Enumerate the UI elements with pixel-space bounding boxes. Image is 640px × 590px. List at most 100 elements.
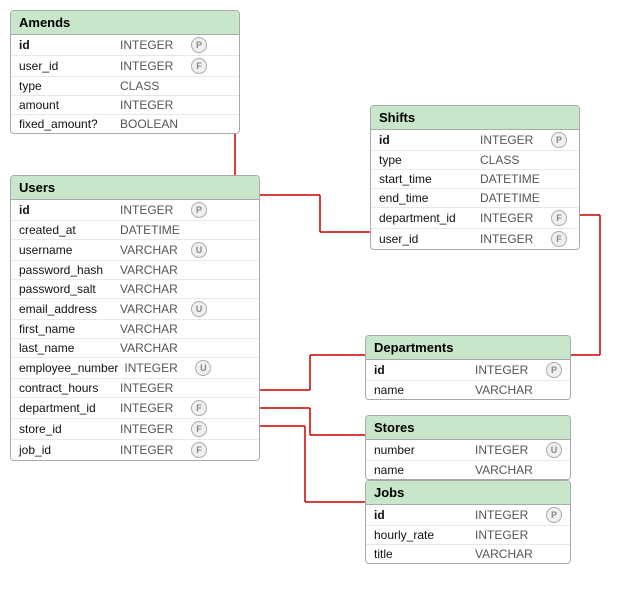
badge-f: F bbox=[191, 58, 207, 74]
col-name: job_id bbox=[19, 443, 114, 457]
table-row: start_time DATETIME bbox=[371, 170, 579, 189]
table-row: store_id INTEGER F bbox=[11, 419, 259, 440]
diagram-container: Amends id INTEGER P user_id INTEGER F ty… bbox=[0, 0, 640, 590]
badge-p: P bbox=[191, 37, 207, 53]
col-name: created_at bbox=[19, 223, 114, 237]
badge-p: P bbox=[551, 132, 567, 148]
badge-p: P bbox=[191, 202, 207, 218]
col-type: CLASS bbox=[120, 79, 185, 93]
table-row: email_address VARCHAR U bbox=[11, 299, 259, 320]
table-row: fixed_amount? BOOLEAN bbox=[11, 115, 239, 133]
table-row: id INTEGER P bbox=[371, 130, 579, 151]
col-name: name bbox=[374, 383, 469, 397]
badge-p: P bbox=[546, 507, 562, 523]
col-type: INTEGER bbox=[120, 59, 185, 73]
badge-p: P bbox=[546, 362, 562, 378]
table-row: number INTEGER U bbox=[366, 440, 570, 461]
jobs-header: Jobs bbox=[366, 481, 570, 505]
col-name: id bbox=[374, 508, 469, 522]
table-jobs: Jobs id INTEGER P hourly_rate INTEGER ti… bbox=[365, 480, 571, 564]
col-name: email_address bbox=[19, 302, 114, 316]
col-type: DATETIME bbox=[480, 172, 545, 186]
col-name: user_id bbox=[19, 59, 114, 73]
col-type: DATETIME bbox=[120, 223, 185, 237]
col-name: id bbox=[379, 133, 474, 147]
col-type: INTEGER bbox=[120, 203, 185, 217]
table-stores: Stores number INTEGER U name VARCHAR bbox=[365, 415, 571, 480]
col-type: VARCHAR bbox=[120, 243, 185, 257]
table-row: type CLASS bbox=[11, 77, 239, 96]
table-row: department_id INTEGER F bbox=[11, 398, 259, 419]
col-type: VARCHAR bbox=[475, 547, 540, 561]
col-name: start_time bbox=[379, 172, 474, 186]
table-row: id INTEGER P bbox=[11, 200, 259, 221]
table-row: contract_hours INTEGER bbox=[11, 379, 259, 398]
col-name: username bbox=[19, 243, 114, 257]
col-name: store_id bbox=[19, 422, 114, 436]
col-name: employee_number bbox=[19, 361, 118, 375]
col-name: password_hash bbox=[19, 263, 114, 277]
col-name: contract_hours bbox=[19, 381, 114, 395]
table-row: name VARCHAR bbox=[366, 461, 570, 479]
stores-header: Stores bbox=[366, 416, 570, 440]
col-name: user_id bbox=[379, 232, 474, 246]
col-name: id bbox=[19, 203, 114, 217]
col-type: INTEGER bbox=[475, 443, 540, 457]
col-name: title bbox=[374, 547, 469, 561]
col-name: number bbox=[374, 443, 469, 457]
users-header: Users bbox=[11, 176, 259, 200]
col-type: VARCHAR bbox=[475, 383, 540, 397]
col-type: BOOLEAN bbox=[120, 117, 185, 131]
table-row: hourly_rate INTEGER bbox=[366, 526, 570, 545]
shifts-header: Shifts bbox=[371, 106, 579, 130]
col-name: name bbox=[374, 463, 469, 477]
table-row: created_at DATETIME bbox=[11, 221, 259, 240]
badge-f: F bbox=[551, 210, 567, 226]
badge-u: U bbox=[546, 442, 562, 458]
col-type: VARCHAR bbox=[120, 263, 185, 277]
col-type: INTEGER bbox=[120, 98, 185, 112]
col-name: id bbox=[19, 38, 114, 52]
amends-header: Amends bbox=[11, 11, 239, 35]
table-amends: Amends id INTEGER P user_id INTEGER F ty… bbox=[10, 10, 240, 134]
col-name: end_time bbox=[379, 191, 474, 205]
col-type: VARCHAR bbox=[120, 282, 185, 296]
col-type: VARCHAR bbox=[120, 322, 185, 336]
col-type: INTEGER bbox=[480, 133, 545, 147]
table-row: user_id INTEGER F bbox=[371, 229, 579, 249]
departments-header: Departments bbox=[366, 336, 570, 360]
col-type: INTEGER bbox=[120, 422, 185, 436]
table-row: user_id INTEGER F bbox=[11, 56, 239, 77]
col-name: type bbox=[19, 79, 114, 93]
col-type: INTEGER bbox=[475, 508, 540, 522]
col-name: amount bbox=[19, 98, 114, 112]
col-type: VARCHAR bbox=[120, 302, 185, 316]
col-type: DATETIME bbox=[480, 191, 545, 205]
col-name: hourly_rate bbox=[374, 528, 469, 542]
badge-f: F bbox=[191, 442, 207, 458]
table-row: id INTEGER P bbox=[366, 505, 570, 526]
col-type: INTEGER bbox=[120, 38, 185, 52]
table-row: id INTEGER P bbox=[366, 360, 570, 381]
col-type: INTEGER bbox=[124, 361, 189, 375]
col-type: CLASS bbox=[480, 153, 545, 167]
table-shifts: Shifts id INTEGER P type CLASS start_tim… bbox=[370, 105, 580, 250]
table-users: Users id INTEGER P created_at DATETIME u… bbox=[10, 175, 260, 461]
table-row: title VARCHAR bbox=[366, 545, 570, 563]
col-type: VARCHAR bbox=[120, 341, 185, 355]
table-row: password_salt VARCHAR bbox=[11, 280, 259, 299]
table-row: id INTEGER P bbox=[11, 35, 239, 56]
col-name: id bbox=[374, 363, 469, 377]
col-name: fixed_amount? bbox=[19, 117, 114, 131]
col-name: last_name bbox=[19, 341, 114, 355]
table-row: name VARCHAR bbox=[366, 381, 570, 399]
col-name: type bbox=[379, 153, 474, 167]
badge-f: F bbox=[191, 400, 207, 416]
col-type: INTEGER bbox=[120, 401, 185, 415]
badge-u: U bbox=[191, 301, 207, 317]
col-type: INTEGER bbox=[475, 528, 540, 542]
col-name: department_id bbox=[19, 401, 114, 415]
col-type: INTEGER bbox=[475, 363, 540, 377]
table-departments: Departments id INTEGER P name VARCHAR bbox=[365, 335, 571, 400]
col-name: password_salt bbox=[19, 282, 114, 296]
